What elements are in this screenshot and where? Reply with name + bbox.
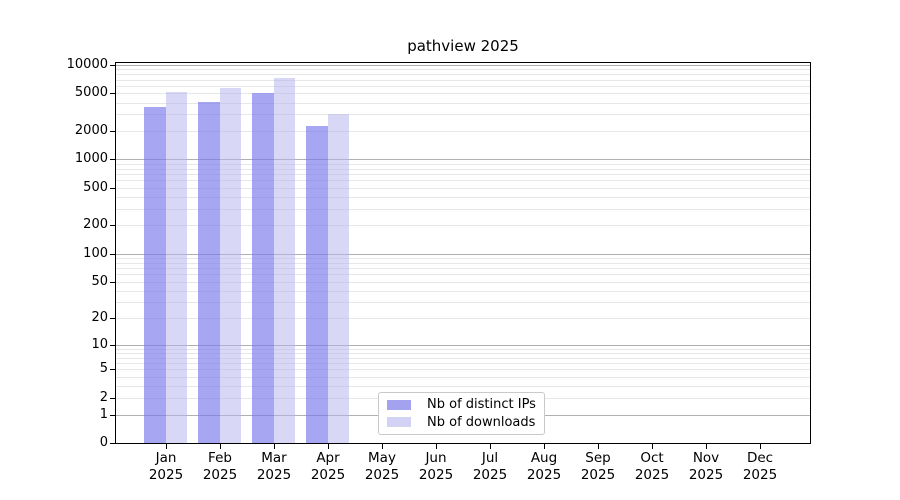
y-tick-label: 500 [83, 180, 108, 195]
x-tick-mark [652, 444, 653, 449]
x-tick-mark [220, 444, 221, 449]
legend-label-downloads: Nb of downloads [427, 414, 536, 430]
y-tick-label: 0 [99, 435, 108, 450]
x-tick-label-sep: Sep 2025 [580, 450, 616, 483]
y-tick-mark [110, 415, 115, 416]
y-tick-mark [110, 225, 115, 226]
y-tick-label: 5 [99, 361, 108, 376]
y-tick-label: 100 [83, 246, 108, 261]
y-tick-label: 20 [91, 310, 108, 325]
x-tick-mark [598, 444, 599, 449]
y-tick-label: 1000 [74, 151, 108, 166]
x-tick-mark [490, 444, 491, 449]
bar-downloads-apr [327, 114, 349, 443]
x-tick-label-oct: Oct 2025 [634, 450, 670, 483]
x-tick-mark [436, 444, 437, 449]
y-tick-mark [110, 65, 115, 66]
y-tick-mark [110, 93, 115, 94]
legend-row-downloads: Nb of downloads [385, 415, 538, 430]
y-tick-mark [110, 254, 115, 255]
x-tick-label-apr: Apr 2025 [310, 450, 346, 483]
y-tick-label: 10 [91, 337, 108, 352]
bar-distinct-ips-apr [306, 125, 328, 443]
x-tick-mark [706, 444, 707, 449]
y-tick-label: 1 [99, 407, 108, 422]
x-tick-label-jun: Jun 2025 [418, 450, 454, 483]
legend-swatch-distinct-ips [387, 399, 411, 410]
x-tick-mark [760, 444, 761, 449]
y-tick-label: 2 [99, 390, 108, 405]
bar-distinct-ips-jan [144, 107, 166, 443]
bar-downloads-feb [219, 88, 241, 443]
legend: Nb of distinct IPs Nb of downloads [378, 392, 545, 435]
x-tick-mark [382, 444, 383, 449]
bar-downloads-mar [273, 77, 295, 443]
x-tick-label-aug: Aug 2025 [526, 450, 562, 483]
x-tick-label-may: May 2025 [364, 450, 400, 483]
y-tick-label: 200 [83, 217, 108, 232]
y-tick-mark [110, 159, 115, 160]
y-tick-mark [110, 345, 115, 346]
y-tick-mark [110, 318, 115, 319]
y-tick-label: 5000 [74, 85, 108, 100]
y-tick-label: 50 [91, 274, 108, 289]
y-tick-mark [110, 443, 115, 444]
plot-area [115, 62, 811, 444]
x-tick-mark [274, 444, 275, 449]
x-tick-label-jan: Jan 2025 [148, 450, 184, 483]
bar-distinct-ips-mar [252, 93, 274, 443]
y-tick-mark [110, 369, 115, 370]
x-tick-label-jul: Jul 2025 [472, 450, 508, 483]
x-tick-label-dec: Dec 2025 [742, 450, 778, 483]
bar-distinct-ips-feb [198, 102, 220, 443]
x-tick-label-nov: Nov 2025 [688, 450, 724, 483]
x-tick-mark [544, 444, 545, 449]
gridline [116, 80, 810, 81]
legend-label-distinct-ips: Nb of distinct IPs [427, 397, 536, 413]
x-tick-mark [166, 444, 167, 449]
y-tick-label: 10000 [66, 57, 108, 72]
y-tick-label: 2000 [74, 123, 108, 138]
gridline [116, 86, 810, 87]
chart-title: pathview 2025 [407, 37, 519, 55]
legend-swatch-downloads [387, 417, 411, 428]
y-tick-mark [110, 282, 115, 283]
bar-downloads-jan [165, 92, 187, 443]
x-tick-mark [328, 444, 329, 449]
gridline [116, 69, 810, 70]
gridline [116, 74, 810, 75]
gridline [116, 65, 810, 66]
x-tick-label-feb: Feb 2025 [202, 450, 238, 483]
x-tick-label-mar: Mar 2025 [256, 450, 292, 483]
y-tick-mark [110, 188, 115, 189]
legend-row-distinct-ips: Nb of distinct IPs [385, 397, 538, 412]
y-tick-mark [110, 398, 115, 399]
figure: pathview 2025 10000 5000 2000 1000 500 200 100… [0, 0, 900, 500]
y-tick-mark [110, 131, 115, 132]
